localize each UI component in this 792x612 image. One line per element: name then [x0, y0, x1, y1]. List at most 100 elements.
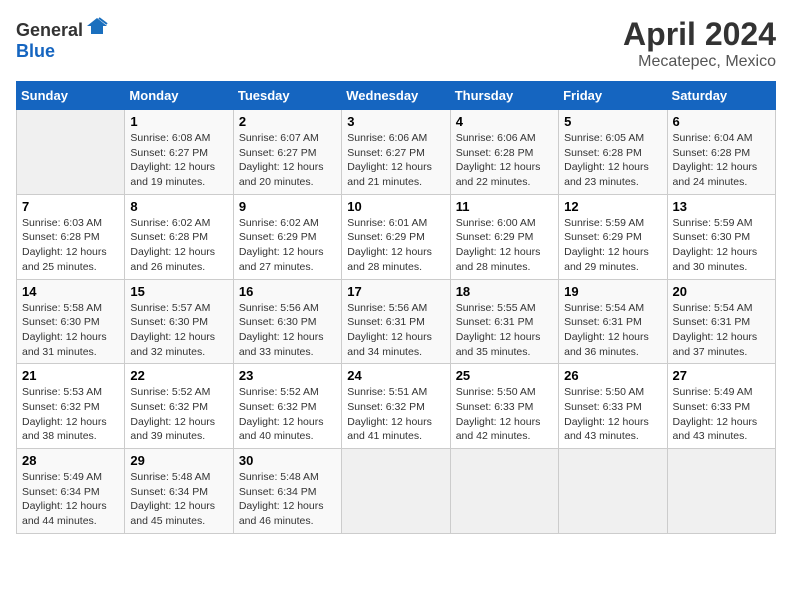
calendar-cell: 12 Sunrise: 5:59 AMSunset: 6:29 PMDayligh…: [559, 194, 667, 279]
cell-info: Sunrise: 6:02 AMSunset: 6:28 PMDaylight:…: [130, 216, 227, 275]
day-number: 20: [673, 284, 770, 299]
calendar-cell: 5Sunrise: 6:05 AMSunset: 6:28 PMDaylight…: [559, 110, 667, 195]
week-row-3: 14 Sunrise: 5:58 AMSunset: 6:30 PMDayligh…: [17, 279, 776, 364]
cell-info: Sunrise: 5:57 AMSunset: 6:30 PMDaylight:…: [130, 301, 227, 360]
day-number: 19: [564, 284, 661, 299]
cell-info: Sunrise: 6:08 AMSunset: 6:27 PMDaylight:…: [130, 131, 227, 190]
day-number: 10: [347, 199, 444, 214]
cell-info: Sunrise: 6:07 AMSunset: 6:27 PMDaylight:…: [239, 131, 336, 190]
logo-blue: Blue: [16, 41, 55, 61]
day-number: 30: [239, 453, 336, 468]
week-row-5: 28 Sunrise: 5:49 AMSunset: 6:34 PMDayligh…: [17, 449, 776, 534]
day-header-monday: Monday: [125, 82, 233, 110]
calendar-cell: 11 Sunrise: 6:00 AMSunset: 6:29 PMDayligh…: [450, 194, 558, 279]
week-row-1: 1 Sunrise: 6:08 AMSunset: 6:27 PMDaylight…: [17, 110, 776, 195]
calendar-cell: 6 Sunrise: 6:04 AMSunset: 6:28 PMDaylight…: [667, 110, 775, 195]
day-number: 17: [347, 284, 444, 299]
day-header-saturday: Saturday: [667, 82, 775, 110]
calendar-table: SundayMondayTuesdayWednesdayThursdayFrid…: [16, 81, 776, 534]
cell-info: Sunrise: 6:06 AMSunset: 6:28 PMDaylight:…: [456, 131, 553, 190]
calendar-cell: 30Sunrise: 5:48 AMSunset: 6:34 PMDayligh…: [233, 449, 341, 534]
day-number: 5: [564, 114, 661, 129]
day-number: 8: [130, 199, 227, 214]
cell-info: Sunrise: 5:52 AMSunset: 6:32 PMDaylight:…: [239, 385, 336, 444]
calendar-cell: [342, 449, 450, 534]
logo-icon: [85, 16, 109, 36]
day-number: 13: [673, 199, 770, 214]
cell-info: Sunrise: 6:04 AMSunset: 6:28 PMDaylight:…: [673, 131, 770, 190]
day-number: 28: [22, 453, 119, 468]
calendar-cell: 18Sunrise: 5:55 AMSunset: 6:31 PMDayligh…: [450, 279, 558, 364]
cell-info: Sunrise: 5:49 AMSunset: 6:33 PMDaylight:…: [673, 385, 770, 444]
month-title: April 2024: [623, 16, 776, 53]
cell-info: Sunrise: 6:02 AMSunset: 6:29 PMDaylight:…: [239, 216, 336, 275]
day-header-wednesday: Wednesday: [342, 82, 450, 110]
calendar-cell: 7 Sunrise: 6:03 AMSunset: 6:28 PMDaylight…: [17, 194, 125, 279]
logo-general: General: [16, 20, 83, 40]
cell-info: Sunrise: 5:48 AMSunset: 6:34 PMDaylight:…: [130, 470, 227, 529]
title-area: April 2024 Mecatepec, Mexico: [623, 16, 776, 71]
calendar-cell: 22 Sunrise: 5:52 AMSunset: 6:32 PMDayligh…: [125, 364, 233, 449]
calendar-cell: 24 Sunrise: 5:51 AMSunset: 6:32 PMDayligh…: [342, 364, 450, 449]
cell-info: Sunrise: 5:59 AMSunset: 6:29 PMDaylight:…: [564, 216, 661, 275]
calendar-cell: 10Sunrise: 6:01 AMSunset: 6:29 PMDayligh…: [342, 194, 450, 279]
cell-info: Sunrise: 6:03 AMSunset: 6:28 PMDaylight:…: [22, 216, 119, 275]
day-number: 2: [239, 114, 336, 129]
cell-info: Sunrise: 5:50 AMSunset: 6:33 PMDaylight:…: [456, 385, 553, 444]
week-row-4: 21 Sunrise: 5:53 AMSunset: 6:32 PMDayligh…: [17, 364, 776, 449]
calendar-cell: 29Sunrise: 5:48 AMSunset: 6:34 PMDayligh…: [125, 449, 233, 534]
cell-info: Sunrise: 5:53 AMSunset: 6:32 PMDaylight:…: [22, 385, 119, 444]
calendar-cell: 2 Sunrise: 6:07 AMSunset: 6:27 PMDaylight…: [233, 110, 341, 195]
day-number: 11: [456, 199, 553, 214]
header-row: SundayMondayTuesdayWednesdayThursdayFrid…: [17, 82, 776, 110]
page-header: General Blue April 2024 Mecatepec, Mexic…: [16, 16, 776, 71]
week-row-2: 7 Sunrise: 6:03 AMSunset: 6:28 PMDaylight…: [17, 194, 776, 279]
cell-info: Sunrise: 5:51 AMSunset: 6:32 PMDaylight:…: [347, 385, 444, 444]
day-number: 22: [130, 368, 227, 383]
calendar-cell: 25 Sunrise: 5:50 AMSunset: 6:33 PMDayligh…: [450, 364, 558, 449]
calendar-cell: [559, 449, 667, 534]
cell-info: Sunrise: 5:50 AMSunset: 6:33 PMDaylight:…: [564, 385, 661, 444]
calendar-cell: [450, 449, 558, 534]
calendar-cell: 20Sunrise: 5:54 AMSunset: 6:31 PMDayligh…: [667, 279, 775, 364]
day-number: 9: [239, 199, 336, 214]
calendar-cell: 4 Sunrise: 6:06 AMSunset: 6:28 PMDaylight…: [450, 110, 558, 195]
calendar-cell: 17 Sunrise: 5:56 AMSunset: 6:31 PMDayligh…: [342, 279, 450, 364]
day-number: 21: [22, 368, 119, 383]
day-number: 4: [456, 114, 553, 129]
calendar-cell: 8 Sunrise: 6:02 AMSunset: 6:28 PMDaylight…: [125, 194, 233, 279]
cell-info: Sunrise: 5:56 AMSunset: 6:30 PMDaylight:…: [239, 301, 336, 360]
calendar-cell: 21 Sunrise: 5:53 AMSunset: 6:32 PMDayligh…: [17, 364, 125, 449]
calendar-cell: 27 Sunrise: 5:49 AMSunset: 6:33 PMDayligh…: [667, 364, 775, 449]
calendar-cell: 26 Sunrise: 5:50 AMSunset: 6:33 PMDayligh…: [559, 364, 667, 449]
day-number: 18: [456, 284, 553, 299]
cell-info: Sunrise: 5:58 AMSunset: 6:30 PMDaylight:…: [22, 301, 119, 360]
day-number: 16: [239, 284, 336, 299]
day-number: 1: [130, 114, 227, 129]
day-number: 27: [673, 368, 770, 383]
cell-info: Sunrise: 5:54 AMSunset: 6:31 PMDaylight:…: [564, 301, 661, 360]
day-number: 25: [456, 368, 553, 383]
calendar-cell: 1 Sunrise: 6:08 AMSunset: 6:27 PMDaylight…: [125, 110, 233, 195]
day-header-tuesday: Tuesday: [233, 82, 341, 110]
calendar-cell: 3Sunrise: 6:06 AMSunset: 6:27 PMDaylight…: [342, 110, 450, 195]
cell-info: Sunrise: 5:52 AMSunset: 6:32 PMDaylight:…: [130, 385, 227, 444]
calendar-cell: 14 Sunrise: 5:58 AMSunset: 6:30 PMDayligh…: [17, 279, 125, 364]
day-number: 23: [239, 368, 336, 383]
day-number: 26: [564, 368, 661, 383]
calendar-cell: [667, 449, 775, 534]
calendar-cell: 9 Sunrise: 6:02 AMSunset: 6:29 PMDaylight…: [233, 194, 341, 279]
day-number: 6: [673, 114, 770, 129]
day-number: 14: [22, 284, 119, 299]
calendar-cell: 15Sunrise: 5:57 AMSunset: 6:30 PMDayligh…: [125, 279, 233, 364]
calendar-cell: 13 Sunrise: 5:59 AMSunset: 6:30 PMDayligh…: [667, 194, 775, 279]
calendar-cell: 28 Sunrise: 5:49 AMSunset: 6:34 PMDayligh…: [17, 449, 125, 534]
day-number: 7: [22, 199, 119, 214]
day-header-thursday: Thursday: [450, 82, 558, 110]
cell-info: Sunrise: 5:59 AMSunset: 6:30 PMDaylight:…: [673, 216, 770, 275]
cell-info: Sunrise: 6:00 AMSunset: 6:29 PMDaylight:…: [456, 216, 553, 275]
day-number: 24: [347, 368, 444, 383]
cell-info: Sunrise: 5:49 AMSunset: 6:34 PMDaylight:…: [22, 470, 119, 529]
day-number: 12: [564, 199, 661, 214]
cell-info: Sunrise: 5:56 AMSunset: 6:31 PMDaylight:…: [347, 301, 444, 360]
